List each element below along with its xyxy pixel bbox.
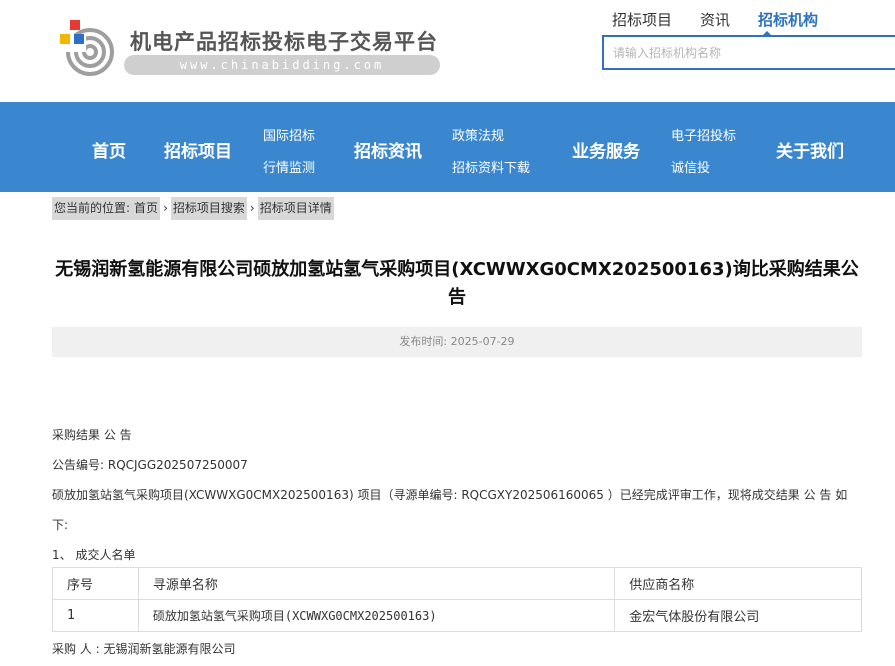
page-title: 无锡润新氢能源有限公司硕放加氢站氢气采购项目(XCWWXG0CMX2025001… bbox=[55, 259, 859, 308]
buyer-line: 采购 人 : 无锡润新氢能源有限公司 bbox=[52, 642, 236, 656]
table-header-cell: 序号 bbox=[52, 567, 139, 600]
site-title: 机电产品招标投标电子交易平台 bbox=[130, 30, 438, 54]
nav-about[interactable]: 关于我们 bbox=[776, 137, 844, 162]
notice-intro: 硕放加氢站氢气采购项目(XCWWXG0CMX202500163) 项目（寻源单编… bbox=[52, 488, 848, 502]
logo-icon[interactable] bbox=[56, 20, 116, 80]
nav-international-bidding[interactable]: 国际招标 bbox=[263, 125, 315, 144]
winner-table: 序号 寻源单名称 供应商名称 1 硕放加氢站氢气采购项目(XCWWXG0CMX2… bbox=[52, 567, 862, 632]
nav-integrity[interactable]: 诚信投 bbox=[671, 157, 710, 176]
table-header-row: 序号 寻源单名称 供应商名称 bbox=[52, 567, 862, 600]
breadcrumb-separator: › bbox=[249, 201, 255, 215]
nav-policies[interactable]: 政策法规 bbox=[452, 125, 504, 144]
main-nav: 首页 招标项目 国际招标 行情监测 招标资讯 政策法规 招标资料下载 业务服务 … bbox=[0, 102, 895, 192]
breadcrumb: 您当前的位置: 首页 › 招标项目搜索 › 招标项目详情 bbox=[52, 197, 334, 220]
publish-date: 发布时间: 2025-07-29 bbox=[399, 335, 515, 348]
tab-projects[interactable]: 招标项目 bbox=[612, 9, 672, 30]
nav-projects[interactable]: 招标项目 bbox=[164, 137, 232, 162]
nav-market-monitoring[interactable]: 行情监测 bbox=[263, 157, 315, 176]
notice-number: 公告编号: RQCJGG202507250007 bbox=[52, 458, 248, 472]
table-header-cell: 寻源单名称 bbox=[137, 567, 616, 600]
breadcrumb-home[interactable]: 首页 bbox=[132, 197, 161, 220]
publish-date-bar: 发布时间: 2025-07-29 bbox=[52, 327, 862, 357]
tab-agencies[interactable]: 招标机构 bbox=[758, 9, 818, 30]
nav-services[interactable]: 业务服务 bbox=[572, 137, 640, 162]
table-cell: 金宏气体股份有限公司 bbox=[614, 599, 862, 632]
nav-home[interactable]: 首页 bbox=[92, 137, 126, 162]
table-row: 1 硕放加氢站氢气采购项目(XCWWXG0CMX202500163) 金宏气体股… bbox=[52, 599, 862, 632]
nav-news[interactable]: 招标资讯 bbox=[354, 137, 422, 162]
table-header-cell: 供应商名称 bbox=[614, 567, 862, 600]
tab-news[interactable]: 资讯 bbox=[700, 9, 730, 30]
search-box bbox=[602, 35, 895, 70]
notice-heading: 采购结果 公 告 bbox=[52, 428, 132, 442]
section-winner-list: 1、 成交人名单 bbox=[52, 548, 136, 562]
site-url: www.chinabidding.com bbox=[124, 55, 440, 75]
breadcrumb-project-detail: 招标项目详情 bbox=[257, 197, 334, 220]
nav-downloads[interactable]: 招标资料下载 bbox=[452, 157, 530, 176]
top-tabs: 招标项目 资讯 招标机构 bbox=[612, 9, 846, 30]
nav-e-bidding[interactable]: 电子招投标 bbox=[671, 125, 736, 144]
breadcrumb-prefix: 您当前的位置: bbox=[52, 197, 133, 220]
table-cell: 硕放加氢站氢气采购项目(XCWWXG0CMX202500163) bbox=[137, 599, 616, 632]
breadcrumb-project-search[interactable]: 招标项目搜索 bbox=[170, 197, 247, 220]
site-header: 机电产品招标投标电子交易平台 www.chinabidding.com 招标项目… bbox=[0, 0, 895, 102]
search-input[interactable] bbox=[604, 37, 895, 68]
notice-intro-continued: 下: bbox=[52, 518, 69, 532]
breadcrumb-separator: › bbox=[163, 201, 168, 215]
table-cell: 1 bbox=[52, 599, 139, 632]
